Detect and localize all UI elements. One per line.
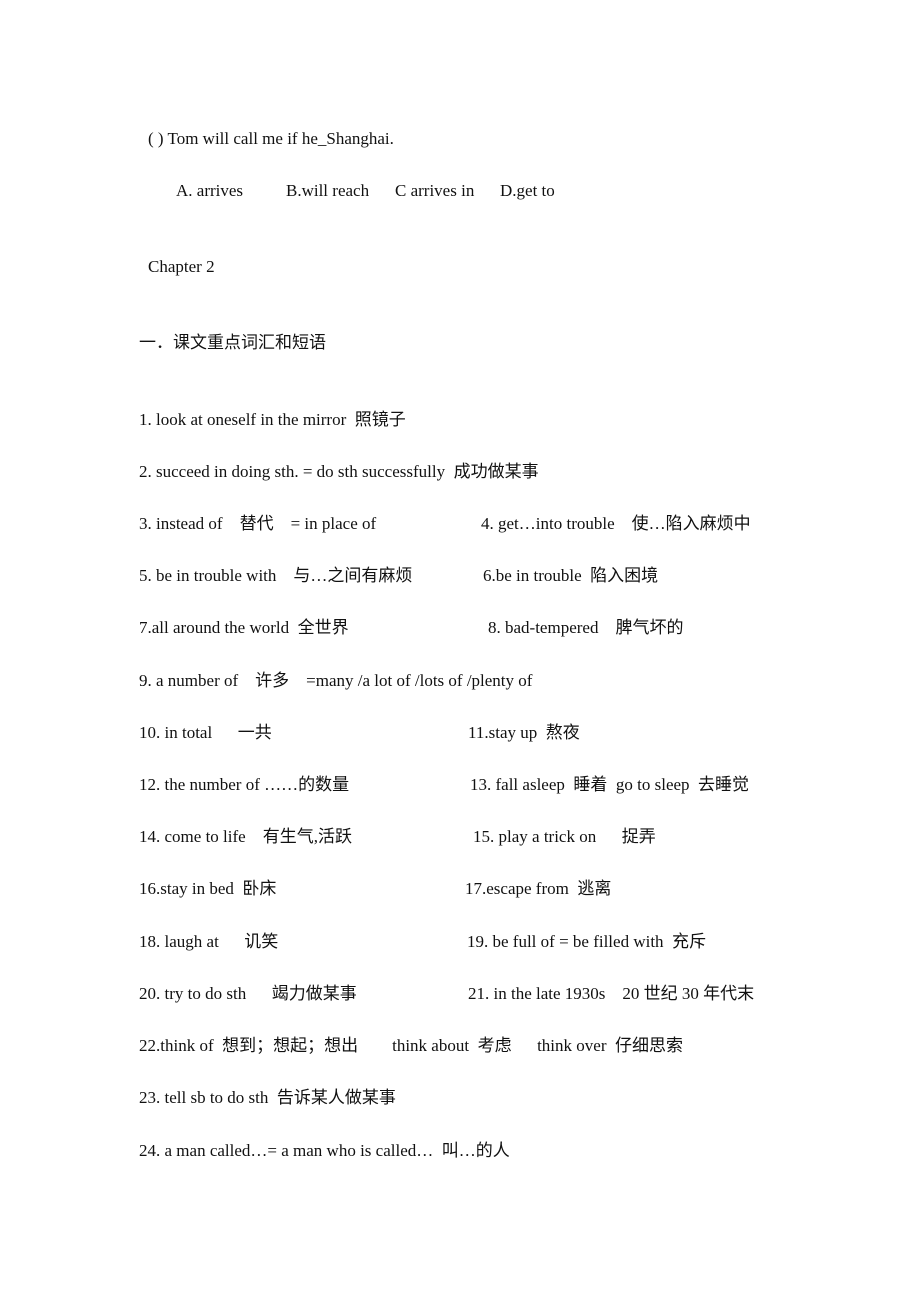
list-item: 3. instead of 替代 = in place of	[139, 514, 377, 533]
list-item: 16.stay in bed 卧床	[139, 879, 277, 898]
list-item: 7.all around the world 全世界	[139, 618, 349, 637]
question-stem: ( ) Tom will call me if he_Shanghai.	[148, 129, 394, 148]
section-heading: 一．课文重点词汇和短语	[139, 333, 326, 352]
list-item: 11.stay up 熬夜	[468, 723, 580, 742]
option-b: B.will reach	[286, 181, 370, 200]
list-item: 4. get…into trouble 使…陷入麻烦中	[481, 514, 751, 533]
list-item: 9. a number of 许多 =many /a lot of /lots …	[139, 671, 533, 690]
list-item: 23. tell sb to do sth 告诉某人做某事	[139, 1088, 396, 1107]
list-item: 8. bad-tempered 脾气坏的	[488, 618, 684, 637]
list-item: 6.be in trouble 陷入困境	[483, 566, 659, 585]
list-item: 1. look at oneself in the mirror 照镜子	[139, 410, 406, 429]
list-item: 12. the number of ……的数量	[139, 775, 350, 794]
option-a: A. arrives	[176, 181, 244, 200]
list-item: 24. a man called…= a man who is called… …	[139, 1141, 510, 1160]
list-item: 13. fall asleep 睡着 go to sleep 去睡觉	[470, 775, 750, 794]
option-d: D.get to	[500, 181, 555, 200]
list-item: 20. try to do sth 竭力做某事	[139, 984, 357, 1003]
list-item: 10. in total 一共	[139, 723, 272, 742]
chapter-title: Chapter 2	[148, 257, 215, 276]
list-item: 19. be full of = be filled with 充斥	[467, 932, 707, 951]
list-item: 5. be in trouble with 与…之间有麻烦	[139, 566, 413, 585]
list-item: 18. laugh at 讥笑	[139, 932, 279, 951]
list-item: 17.escape from 逃离	[465, 879, 612, 898]
list-item: 21. in the late 1930s 20 世纪 30 年代末	[468, 984, 755, 1003]
list-item: 15. play a trick on 捉弄	[473, 827, 656, 846]
list-item: 14. come to life 有生气,活跃	[139, 827, 352, 846]
list-item: 2. succeed in doing sth. = do sth succes…	[139, 462, 539, 481]
list-item: 22.think of 想到；想起；想出 think about 考虑 thin…	[139, 1036, 683, 1055]
option-c: C arrives in	[395, 181, 475, 200]
